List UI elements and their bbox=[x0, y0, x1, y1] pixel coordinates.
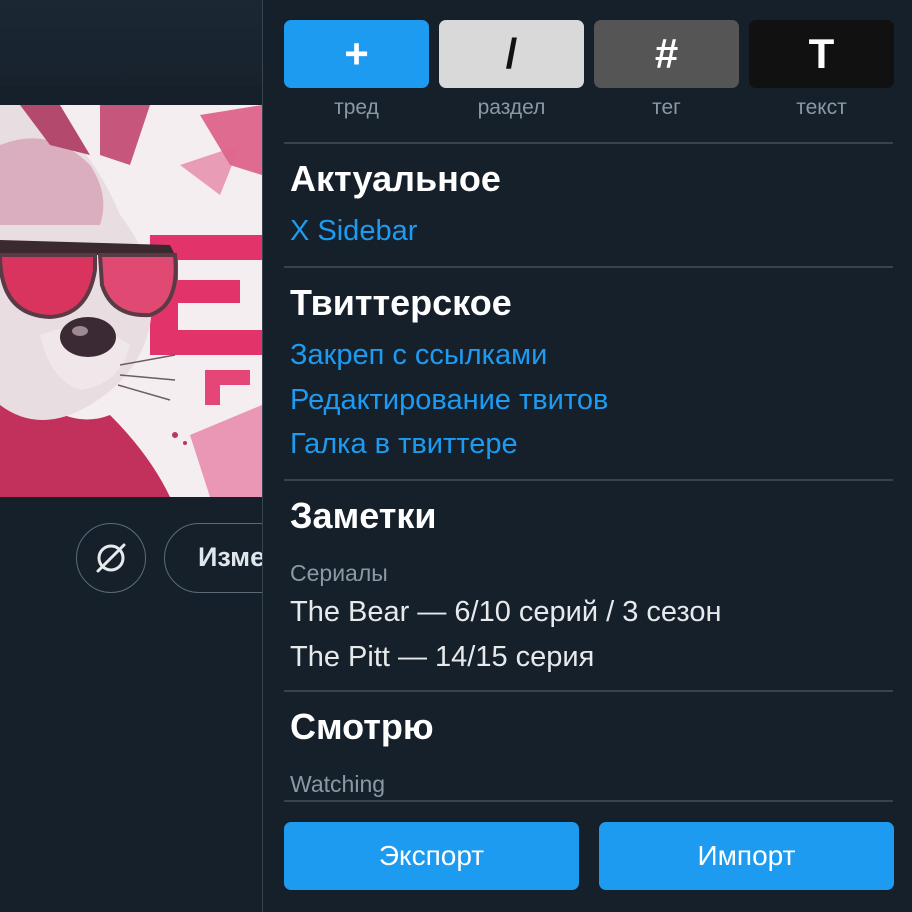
text-icon: T bbox=[808, 30, 835, 77]
link-editing-tweets[interactable]: Редактирование твитов bbox=[290, 384, 608, 417]
link-twitter-checkmark[interactable]: Галка в твиттере bbox=[290, 428, 518, 461]
section-title-notes: Заметки bbox=[290, 495, 437, 536]
export-label: Экспорт bbox=[378, 840, 485, 871]
link-pinned-links[interactable]: Закреп с ссылками bbox=[290, 339, 547, 372]
notes-subtitle: Сериалы bbox=[290, 560, 388, 586]
export-button[interactable]: Экспорт bbox=[284, 822, 579, 890]
sidebar-panel: + / # T тред раздел тег текст Актуальное… bbox=[262, 0, 912, 912]
edit-profile-label: Изме bbox=[198, 542, 266, 572]
link-x-sidebar[interactable]: X Sidebar bbox=[290, 215, 417, 248]
divider bbox=[284, 479, 893, 481]
divider bbox=[284, 690, 893, 692]
slash-icon: / bbox=[505, 30, 518, 77]
thread-label: тред bbox=[334, 96, 379, 119]
add-tag-button[interactable]: # bbox=[594, 20, 739, 88]
section-title-watching: Смотрю bbox=[290, 706, 434, 747]
import-label: Импорт bbox=[697, 840, 796, 871]
add-section-button[interactable]: / bbox=[439, 20, 584, 88]
add-thread-button[interactable]: + bbox=[284, 20, 429, 88]
note-line: The Bear — 6/10 серий / 3 сезон bbox=[290, 596, 722, 628]
hash-icon: # bbox=[654, 30, 679, 77]
tag-label: тег bbox=[652, 96, 681, 119]
sync-off-button[interactable] bbox=[76, 523, 146, 593]
background-header bbox=[0, 0, 262, 86]
background-page: Изме bbox=[0, 0, 304, 912]
watching-subtitle: Watching bbox=[290, 771, 386, 797]
divider bbox=[284, 800, 893, 802]
text-label: текст bbox=[796, 96, 847, 119]
sync-off-icon bbox=[96, 543, 126, 573]
section-title-actual: Актуальное bbox=[290, 158, 501, 199]
section-title-twitter: Твиттерское bbox=[290, 282, 512, 323]
add-text-button[interactable]: T bbox=[749, 20, 894, 88]
section-label: раздел bbox=[477, 96, 546, 119]
profile-banner-image bbox=[0, 105, 262, 497]
app-root: Изме + / # T тред раздел тег текст Актуа… bbox=[0, 0, 912, 912]
note-line: The Pitt — 14/15 серия bbox=[290, 641, 595, 673]
plus-icon: + bbox=[344, 30, 369, 77]
import-button[interactable]: Импорт bbox=[599, 822, 894, 890]
divider bbox=[284, 142, 893, 144]
divider bbox=[284, 266, 893, 268]
